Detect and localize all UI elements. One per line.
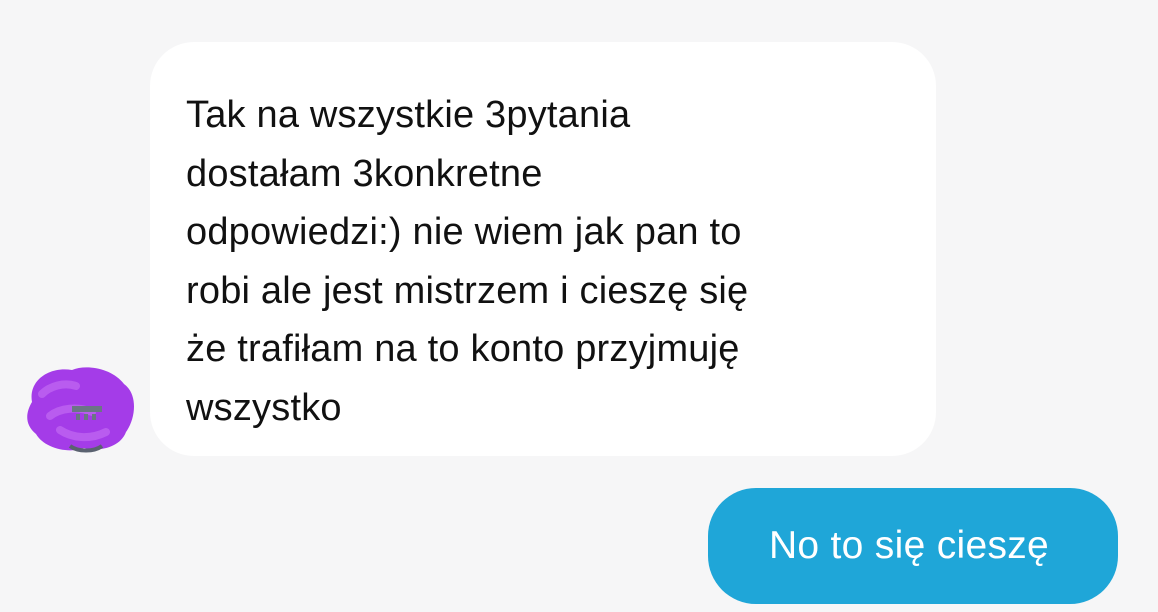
outgoing-message-bubble[interactable]: No to się cieszę bbox=[708, 488, 1118, 604]
chat-thread: Tak na wszystkie 3pytania dostałam 3konk… bbox=[0, 0, 1158, 612]
avatar-redacted-icon[interactable] bbox=[20, 360, 140, 455]
outgoing-message-text: No to się cieszę bbox=[768, 524, 1050, 567]
incoming-message-bubble[interactable]: Tak na wszystkie 3pytania dostałam 3konk… bbox=[150, 42, 936, 456]
incoming-message-row: Tak na wszystkie 3pytania dostałam 3konk… bbox=[0, 0, 1158, 470]
incoming-message-text: Tak na wszystkie 3pytania dostałam 3konk… bbox=[186, 94, 749, 429]
